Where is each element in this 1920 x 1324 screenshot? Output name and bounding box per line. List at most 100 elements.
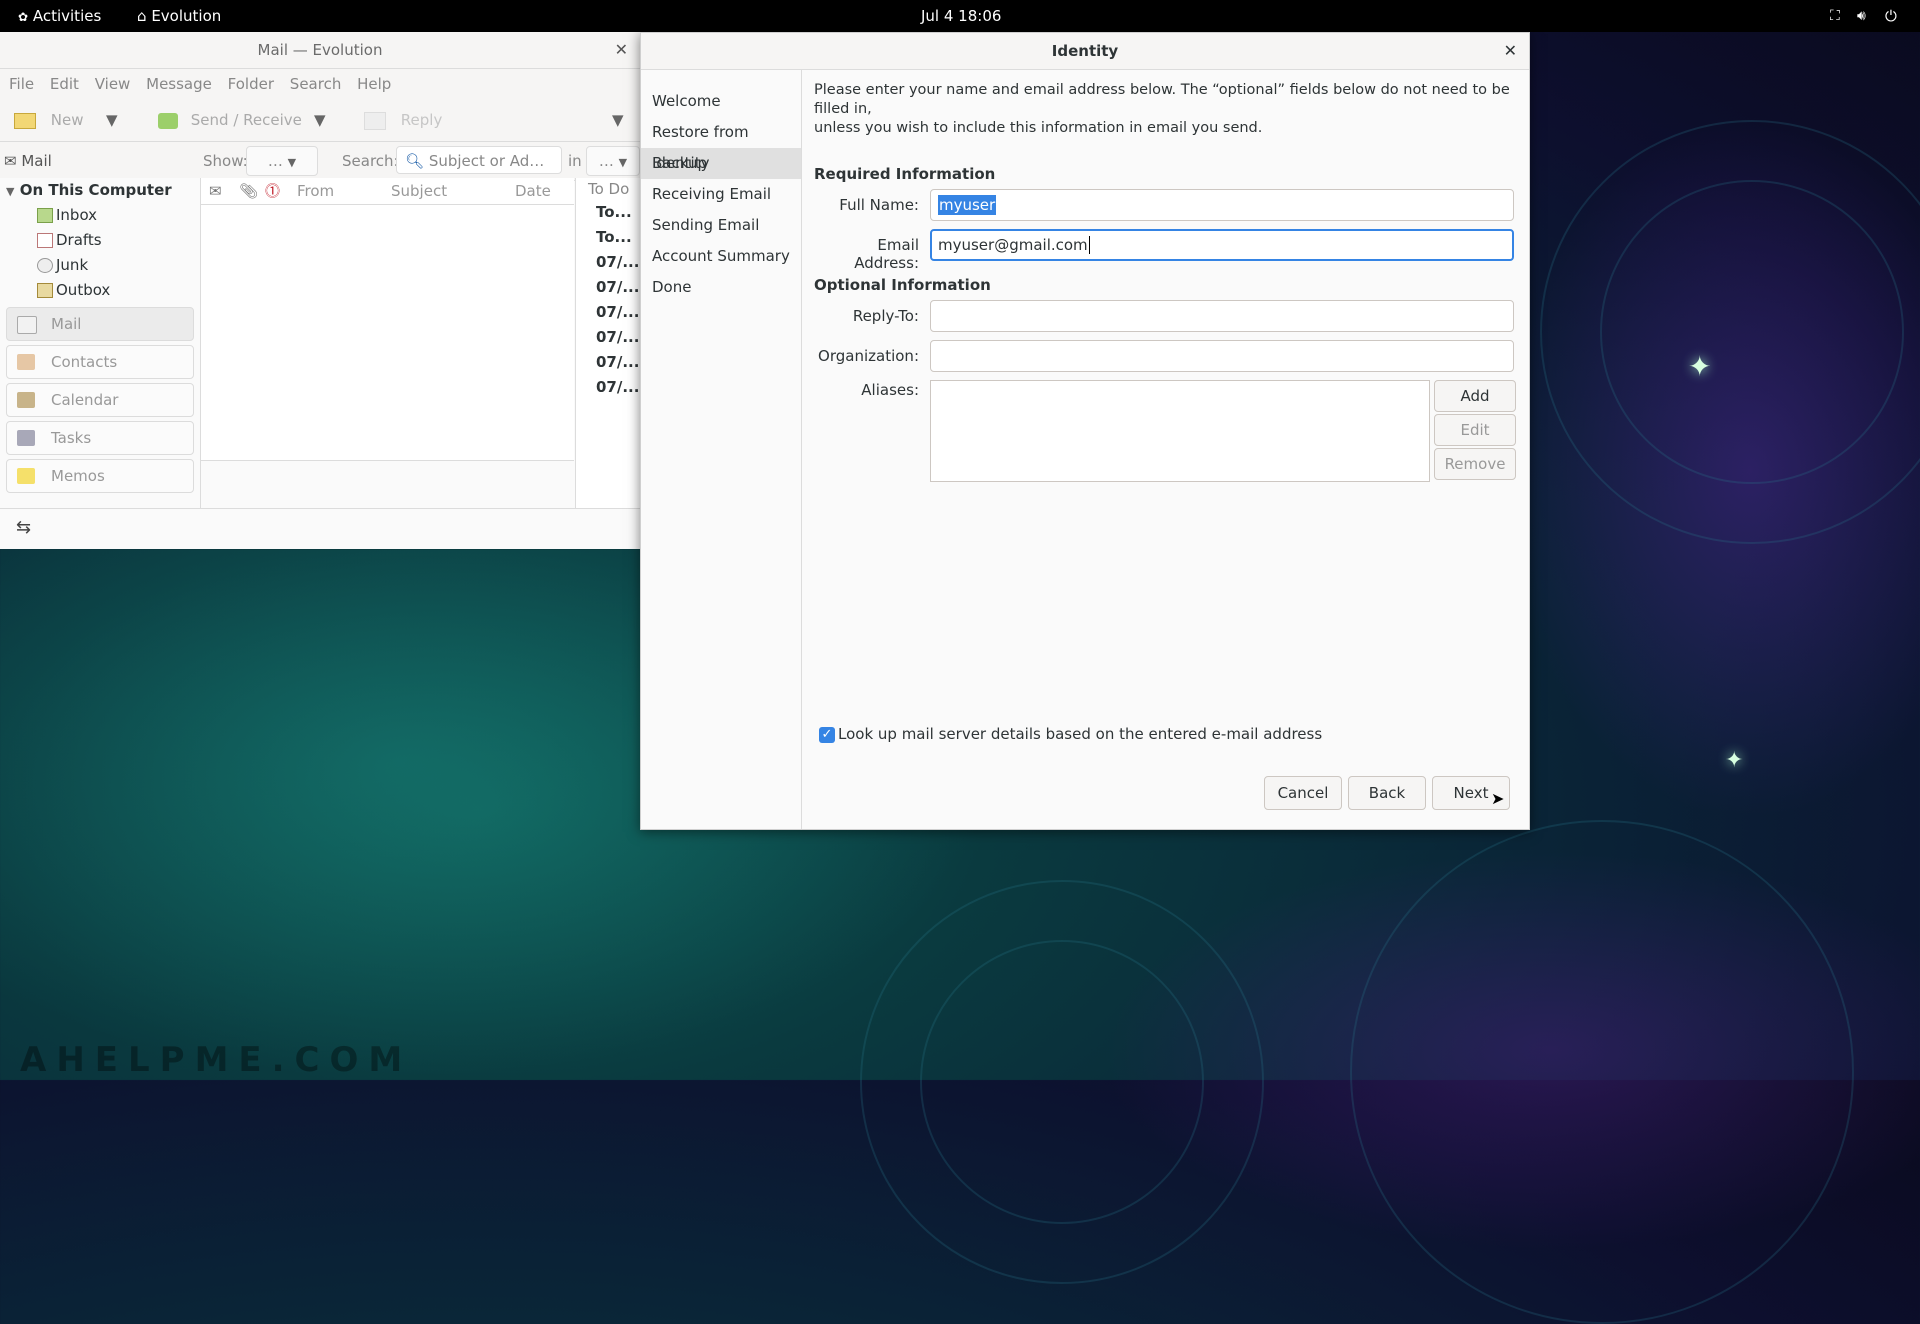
search-input[interactable]: 🔍︎ Subject or Ad… bbox=[396, 146, 562, 174]
activities-button[interactable]: ✿ Activities bbox=[18, 0, 101, 32]
folder-sidebar: ▼ On This Computer Inbox Drafts Junk Out… bbox=[0, 178, 201, 508]
todo-header: To Do bbox=[588, 180, 630, 198]
contacts-icon bbox=[17, 354, 35, 370]
full-name-field[interactable]: myuser bbox=[930, 189, 1514, 221]
chevron-down-icon: ▼ bbox=[314, 111, 326, 129]
folder-outbox[interactable]: Outbox bbox=[0, 278, 200, 303]
status-column-icon[interactable]: ✉ bbox=[209, 178, 222, 204]
flag-column-icon[interactable]: ⓵ bbox=[265, 178, 280, 204]
todo-item[interactable]: 07/... bbox=[576, 375, 641, 400]
assistant-steps: Welcome Restore from Backup Identity Rec… bbox=[641, 70, 802, 829]
todo-item[interactable]: To... bbox=[576, 225, 641, 250]
folder-tree-root[interactable]: ▼ On This Computer bbox=[0, 178, 200, 203]
close-icon[interactable]: ✕ bbox=[1504, 33, 1517, 69]
memos-icon bbox=[17, 468, 35, 484]
add-alias-button[interactable]: Add bbox=[1434, 380, 1516, 412]
todo-pane: To Do To... To... 07/... 07/... 07/... 0… bbox=[575, 178, 641, 508]
todo-item[interactable]: 07/... bbox=[576, 350, 641, 375]
home-icon: ⌂ bbox=[137, 7, 147, 25]
email-label: Email Address: bbox=[854, 236, 919, 272]
reply-dropdown[interactable]: ▼ bbox=[612, 99, 624, 141]
network-icon[interactable]: ⛶ bbox=[1830, 0, 1840, 32]
toolbar: New ▼ Send / Receive ▼ Reply ▼ bbox=[0, 99, 640, 142]
switcher-mail[interactable]: Mail bbox=[6, 307, 194, 341]
close-icon[interactable]: ✕ bbox=[615, 32, 628, 68]
lookup-checkbox[interactable]: ✓ bbox=[819, 727, 835, 743]
cancel-button[interactable]: Cancel bbox=[1264, 776, 1342, 810]
edit-alias-button[interactable]: Edit bbox=[1434, 414, 1516, 446]
menu-message[interactable]: Message bbox=[146, 75, 212, 93]
star-icon: ✦ bbox=[1725, 748, 1744, 773]
show-label: Show: bbox=[203, 152, 248, 170]
menu-folder[interactable]: Folder bbox=[228, 75, 274, 93]
email-value: myuser@gmail.com bbox=[938, 236, 1088, 254]
star-icon: ✦ bbox=[1688, 350, 1712, 383]
clock[interactable]: Jul 4 18:06 bbox=[921, 0, 1001, 32]
step-welcome: Welcome bbox=[652, 92, 721, 110]
todo-item[interactable]: 07/... bbox=[576, 300, 641, 325]
send-receive-dropdown[interactable]: ▼ bbox=[314, 99, 326, 141]
lookup-checkbox-label[interactable]: Look up mail server details based on the… bbox=[838, 725, 1322, 743]
wallpaper-ring bbox=[1350, 820, 1854, 1324]
menu-help[interactable]: Help bbox=[357, 75, 391, 93]
switcher-contacts[interactable]: Contacts bbox=[6, 345, 194, 379]
wallpaper-ring bbox=[920, 940, 1204, 1224]
status-bar: ⇆ bbox=[0, 508, 640, 549]
date-column[interactable]: Date bbox=[515, 178, 551, 204]
organization-field[interactable] bbox=[930, 340, 1514, 372]
expander-icon: ▼ bbox=[6, 185, 15, 198]
menu-search[interactable]: Search bbox=[290, 75, 342, 93]
menu-view[interactable]: View bbox=[95, 75, 131, 93]
app-menu[interactable]: ⌂ Evolution bbox=[137, 0, 221, 32]
show-filter-select[interactable]: … ▼ bbox=[246, 146, 318, 176]
switcher-memos[interactable]: Memos bbox=[6, 459, 194, 493]
window-title: Mail — Evolution bbox=[257, 41, 383, 59]
chevron-down-icon: ▼ bbox=[618, 156, 628, 169]
chevron-down-icon: ▼ bbox=[287, 156, 297, 169]
step-sending: Sending Email bbox=[652, 216, 760, 234]
todo-item[interactable]: 07/... bbox=[576, 250, 641, 275]
step-done: Done bbox=[652, 278, 692, 296]
send-receive-button[interactable]: Send / Receive bbox=[158, 99, 302, 141]
from-column[interactable]: From bbox=[297, 178, 334, 204]
switcher-calendar[interactable]: Calendar bbox=[6, 383, 194, 417]
aliases-list[interactable] bbox=[930, 380, 1430, 482]
new-button[interactable]: New bbox=[14, 99, 84, 141]
message-list: ✉ 📎︎ ⓵ From Subject Date bbox=[201, 178, 574, 461]
volume-icon[interactable]: 🔊︎ bbox=[1857, 0, 1866, 32]
new-dropdown[interactable]: ▼ bbox=[106, 99, 118, 141]
full-name-label: Full Name: bbox=[839, 196, 919, 214]
folder-drafts[interactable]: Drafts bbox=[0, 228, 200, 253]
organization-label: Organization: bbox=[818, 347, 919, 365]
attachment-column-icon[interactable]: 📎︎ bbox=[239, 178, 258, 204]
chevron-down-icon: ▼ bbox=[106, 111, 118, 129]
todo-item[interactable]: 07/... bbox=[576, 275, 641, 300]
subject-column[interactable]: Subject bbox=[391, 178, 447, 204]
menu-file[interactable]: File bbox=[9, 75, 34, 93]
back-button[interactable]: Back bbox=[1348, 776, 1426, 810]
folder-inbox[interactable]: Inbox bbox=[0, 203, 200, 228]
window-titlebar: Mail — Evolution ✕ bbox=[0, 32, 640, 69]
remove-alias-button[interactable]: Remove bbox=[1434, 448, 1516, 480]
inbox-icon bbox=[37, 208, 53, 223]
power-icon[interactable]: ⏻ bbox=[1885, 0, 1897, 32]
email-field[interactable]: myuser@gmail.com bbox=[930, 229, 1514, 261]
step-restore: Restore from Backup bbox=[652, 123, 749, 172]
reply-button[interactable]: Reply bbox=[364, 99, 442, 141]
menu-edit[interactable]: Edit bbox=[50, 75, 79, 93]
todo-item[interactable]: 07/... bbox=[576, 325, 641, 350]
search-label: Search: bbox=[342, 152, 399, 170]
folder-junk[interactable]: Junk bbox=[0, 253, 200, 278]
step-receiving: Receiving Email bbox=[652, 185, 772, 203]
new-mail-icon bbox=[14, 112, 36, 129]
tasks-icon bbox=[17, 430, 35, 446]
aliases-label: Aliases: bbox=[861, 381, 919, 399]
calendar-icon bbox=[17, 392, 35, 408]
dialog-titlebar: Identity ✕ bbox=[641, 33, 1529, 70]
search-scope-select[interactable]: … ▼ bbox=[586, 146, 640, 176]
online-status-icon[interactable]: ⇆ bbox=[16, 517, 31, 538]
top-bar: ✿ Activities ⌂ Evolution Jul 4 18:06 ⛶ 🔊… bbox=[0, 0, 1920, 32]
todo-item[interactable]: To... bbox=[576, 200, 641, 225]
reply-to-field[interactable] bbox=[930, 300, 1514, 332]
switcher-tasks[interactable]: Tasks bbox=[6, 421, 194, 455]
